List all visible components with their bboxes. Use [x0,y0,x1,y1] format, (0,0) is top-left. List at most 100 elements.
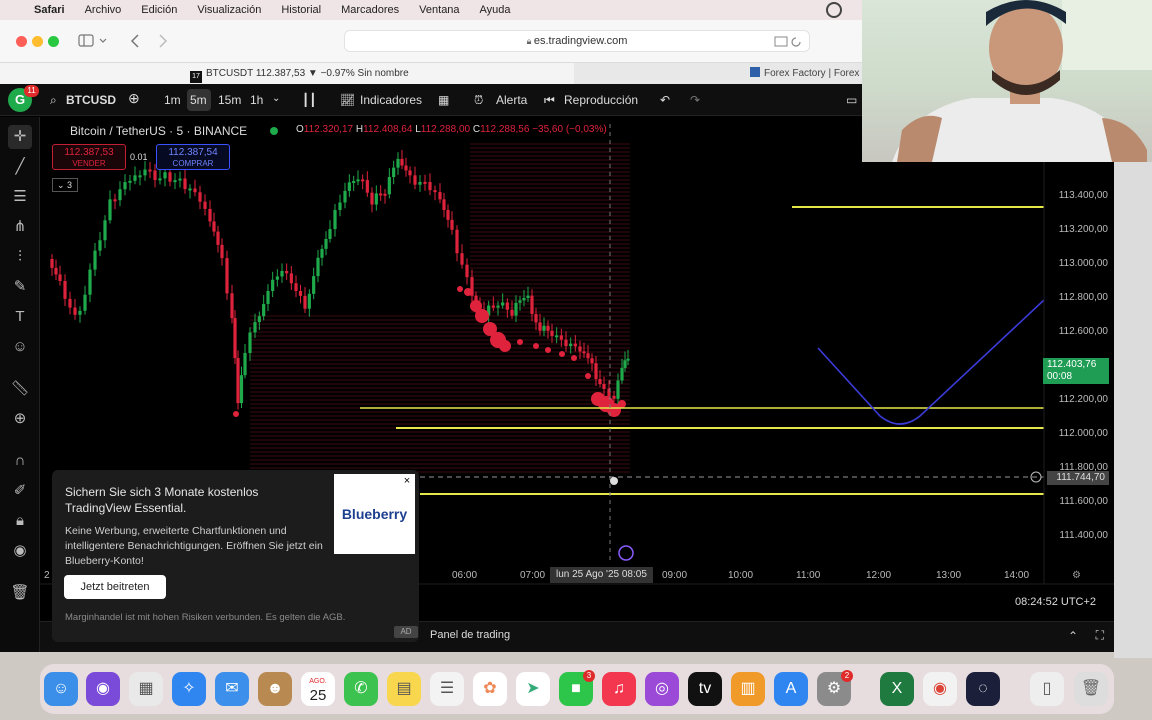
mail-icon[interactable]: ✉ [215,672,249,706]
symbol-title[interactable]: Bitcoin / TetherUS · 5 · BINANCE [70,124,247,138]
menu-historial[interactable]: Historial [281,4,321,16]
alert-button[interactable]: Alerta [496,93,527,107]
menu-edicion[interactable]: Edición [141,4,177,16]
price-tick: 113.200,00 [1058,224,1108,235]
horizontal-lines-icon[interactable]: ☰ [8,185,32,209]
tab-forex-factory[interactable]: Forex Factory | Forex m [750,63,862,85]
candle [361,179,365,182]
text-icon[interactable]: T [8,305,32,329]
magnet-icon[interactable]: ∩ [8,449,32,473]
tv-app-icon[interactable]: tv [688,672,722,706]
tradingview-app: G 11 ⌕ BTCUSD ⊕ 1m 5m 15m 1h ⌄ ┃┃ 📈︎ Ind… [0,84,1114,652]
reminders-icon[interactable]: ☰ [430,672,464,706]
minimize-window-button[interactable] [32,36,43,47]
menu-visualizacion[interactable]: Visualización [197,4,261,16]
close-icon[interactable]: × [400,474,414,488]
maximize-icon[interactable]: ⛶ [1096,628,1104,643]
menu-ayuda[interactable]: Ayuda [480,4,511,16]
lock-icon[interactable]: 🔒︎ [8,509,32,533]
ruler-icon[interactable]: 📏︎ [8,377,32,401]
replay-icon[interactable]: ⏮︎ [544,93,555,108]
menu-marcadores[interactable]: Marcadores [341,4,399,16]
trash-icon[interactable]: 🗑︎ [8,581,32,605]
podcasts-icon[interactable]: ◎ [645,672,679,706]
sidebar-icon[interactable] [78,33,114,49]
system-settings-icon[interactable]: ⚙ 2 [817,670,853,706]
redo-icon[interactable]: ↷ [690,93,700,107]
notes-icon[interactable]: ▤ [387,672,421,706]
timeframe-1m[interactable]: 1m [164,93,181,107]
chrome-icon[interactable]: ◉ [923,672,957,706]
finder-icon[interactable]: ☺ [44,672,78,706]
calendar-icon[interactable]: AGO. 25 [301,672,335,706]
obs-icon[interactable]: ◌ [966,672,1000,706]
emoji-icon[interactable]: ☺ [8,335,32,359]
indicator-count[interactable]: ⌄ 3 [52,178,78,192]
contacts-icon[interactable]: ☻ [258,672,292,706]
close-window-button[interactable] [16,36,27,47]
templates-icon[interactable]: ▦ [438,93,449,107]
status-icon[interactable] [826,2,842,18]
trash-bin-icon[interactable]: 🗑︎ [1074,672,1108,706]
sell-button[interactable]: 112.387,53 VENDER [52,144,126,170]
facetime-icon[interactable]: ■ 3 [559,670,595,706]
clock[interactable]: 08:24:52 UTC+2 [1015,596,1096,608]
symbol-search-button[interactable]: BTCUSD [66,93,116,107]
lock-icon: 🔒︎ [526,36,534,46]
candle [510,309,514,316]
timeframe-5m[interactable]: 5m [190,93,207,107]
music-icon[interactable]: ♫ [602,672,636,706]
siri-icon[interactable]: ◉ [86,672,120,706]
candle [50,259,54,268]
settings-icon[interactable]: ⚙ [1072,570,1081,581]
excel-icon[interactable]: X [880,672,914,706]
timeframe-15m[interactable]: 15m [218,93,241,107]
photos-icon[interactable]: ✿ [473,672,507,706]
safari-icon[interactable]: ✧ [172,672,206,706]
chevron-down-icon[interactable]: ⌄ [272,93,280,104]
reload-icon[interactable] [774,35,804,49]
replay-button[interactable]: Reproducción [564,93,638,107]
time-tick: 07:00 [520,570,546,581]
brush-icon[interactable]: ✎ [8,275,32,299]
maps-icon[interactable]: ➤ [516,672,550,706]
app-store-icon[interactable]: A [774,672,808,706]
eye-icon[interactable]: ◉ [8,539,32,563]
trendline-icon[interactable]: ╱ [8,155,32,179]
candle [370,192,374,205]
compare-icon[interactable]: ⊕ [128,90,140,107]
desktop-background [1114,162,1152,658]
launchpad-icon[interactable]: ▦ [129,672,163,706]
candle-type-icon[interactable]: ┃┃ [302,93,316,107]
candle [320,248,324,258]
address-bar[interactable]: 🔒︎ es.tradingview.com [344,30,810,52]
books-icon[interactable]: ▥ [731,672,765,706]
messages-icon[interactable]: ✆ [344,672,378,706]
candle [133,175,137,181]
back-forward-icon[interactable] [128,32,172,50]
candle [93,250,97,270]
tab-tradingview[interactable]: 17 BTCUSDT 112.387,53 ▼ −0.97% Sin nombre [0,63,574,85]
indicators-icon[interactable]: 📈︎ [340,93,355,107]
fib-icon[interactable]: ⫶ [8,245,32,269]
join-button[interactable]: Jetzt beitreten [64,575,166,599]
indicators-button[interactable]: Indicadores [360,93,422,107]
buy-button[interactable]: 112.387,54 COMPRAR [156,144,230,170]
trading-panel-tab[interactable]: Panel de trading [430,629,510,641]
timeframe-1h[interactable]: 1h [250,93,263,107]
chevron-up-icon[interactable]: ⌃ [1068,629,1078,643]
lock-drawing-icon[interactable]: ✐ [8,479,32,503]
menu-ventana[interactable]: Ventana [419,4,459,16]
crosshair-icon[interactable]: ✛ [8,125,32,149]
pitchfork-icon[interactable]: ⋔ [8,215,32,239]
url-text: es.tradingview.com [533,35,628,47]
layout-icon[interactable]: ▭ [846,93,857,107]
alert-icon[interactable]: ⏰︎ [474,93,483,108]
zoom-window-button[interactable] [48,36,59,47]
menu-safari[interactable]: Safari [34,4,65,16]
undo-icon[interactable]: ↶ [660,93,670,107]
search-icon[interactable]: ⌕ [50,93,57,108]
zoom-in-icon[interactable]: ⊕ [8,407,32,431]
downloads-icon[interactable]: ▯ [1030,672,1064,706]
menu-archivo[interactable]: Archivo [85,4,122,16]
